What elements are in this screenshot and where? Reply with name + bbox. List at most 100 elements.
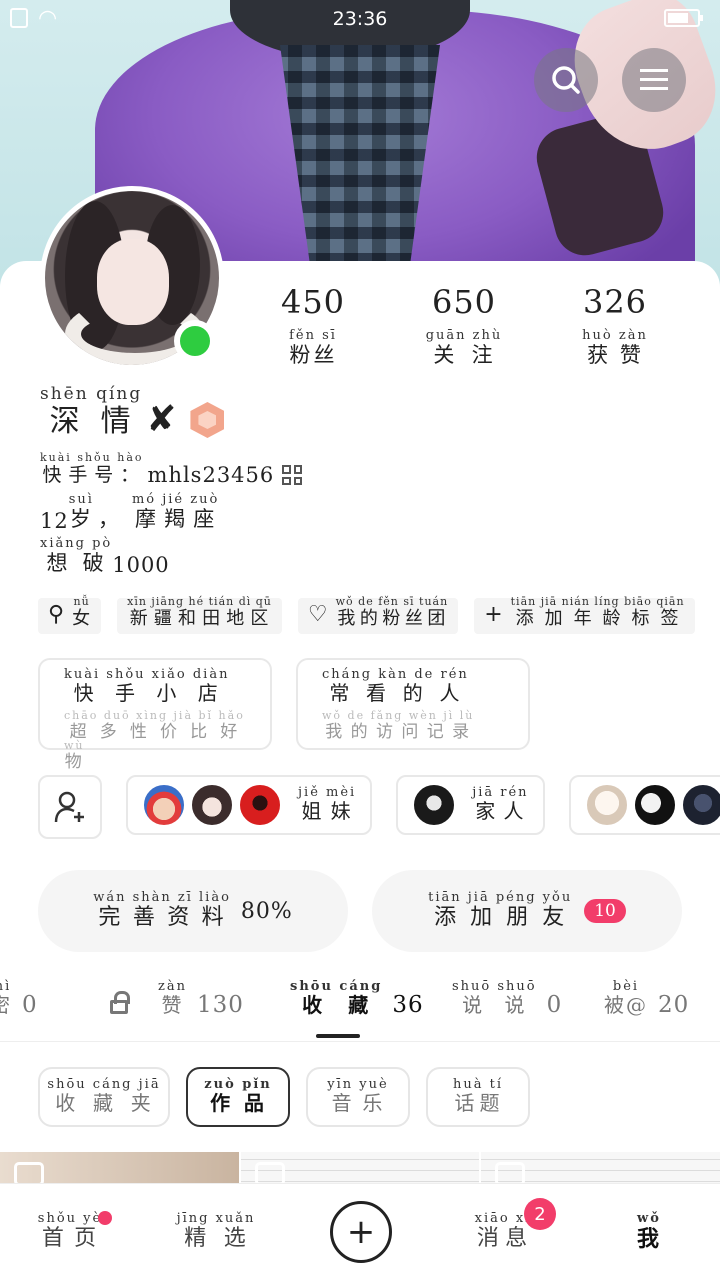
stat-followers-value: 450 (280, 283, 346, 321)
home-notification-dot (98, 1211, 112, 1225)
menu-button[interactable] (622, 48, 686, 112)
search-icon (552, 66, 580, 94)
profile-name-pinyin: shēn qíng (40, 384, 143, 404)
nav-me-pinyin: wǒ (636, 1211, 661, 1226)
frequent-visits-title: 常看的人 (322, 681, 469, 705)
nav-featured[interactable]: 精选jīng xuǎn (156, 1211, 276, 1252)
group-family-label: 家人 (472, 799, 529, 823)
bio-text: 想破 (40, 551, 113, 575)
chip-music[interactable]: 音乐yīn yuè (306, 1067, 410, 1127)
tag-add-age[interactable]: + 添加年龄标签tiān jiā nián líng biāo qiān (474, 595, 695, 634)
add-friend-button[interactable] (38, 775, 102, 839)
chip-works[interactable]: 作品zuò pǐn (186, 1067, 290, 1127)
tab-posts[interactable]: 说说shuō shuō 0 (452, 979, 562, 1018)
bottom-navigation: 首页shǒu yè 精选jīng xuǎn + 消息xiāo xī 2 我wǒ (0, 1183, 720, 1280)
lock-icon (110, 991, 130, 1014)
tab-liked[interactable]: 赞zàn 130 (110, 979, 244, 1018)
battery-icon (664, 9, 703, 27)
group-avatar (190, 783, 234, 827)
nav-featured-label: 精选 (176, 1226, 256, 1251)
chip-topics[interactable]: 话题huà tí (426, 1067, 530, 1127)
group-family[interactable]: 家人jiā rén (396, 775, 545, 835)
group-third[interactable] (568, 775, 720, 835)
tab-private-label: 密 (0, 993, 12, 1017)
bio-row: 想破xiǎng pò 1000 (40, 536, 170, 577)
shortcut-boxes: 快手小店kuài shǒu xiǎo diàn 超多性价比好物chāo duō … (38, 658, 530, 772)
tab-mentions-label: 被@ (604, 993, 648, 1017)
chip-collection-folder-label: 收藏夹 (47, 1091, 161, 1115)
tab-liked-pinyin: zàn (158, 979, 187, 994)
age-unit-pinyin: suì (68, 492, 94, 507)
age-comma: ， (97, 507, 120, 531)
kuaishou-id-label: 快手号： (40, 464, 144, 486)
tab-private[interactable]: 密mì 0 (0, 979, 38, 1018)
nav-messages-label: 消息 (474, 1226, 532, 1251)
chip-collection-folder[interactable]: 收藏夹shōu cáng jiā (38, 1067, 170, 1127)
chip-collection-folder-pinyin: shōu cáng jiā (47, 1077, 161, 1092)
kuaishou-id-row[interactable]: 快手号：kuài shǒu hào mhls23456 (40, 451, 303, 487)
search-button[interactable] (534, 48, 598, 112)
stat-likes[interactable]: 326 获赞huò zàn (540, 283, 690, 369)
create-post-button[interactable]: + (330, 1201, 392, 1263)
add-friends-pinyin: tiān jiā péng yǒu (428, 890, 573, 905)
hamburger-icon (640, 69, 668, 90)
bio-number: 1000 (112, 553, 170, 577)
tab-favorites[interactable]: 收藏shōu cáng 36 (290, 979, 424, 1018)
tag-location[interactable]: 新疆和田地区xīn jiāng hé tián dì qū (117, 595, 282, 634)
group-avatar (680, 783, 720, 827)
tab-favorites-count: 36 (392, 992, 424, 1018)
frequent-visits-box[interactable]: 常看的人cháng kàn de rén 我的访问记录wǒ de fǎng wè… (296, 658, 530, 750)
stat-following[interactable]: 650 关注guān zhù (389, 283, 539, 369)
nav-messages-pinyin: xiāo xī (474, 1211, 532, 1226)
tab-mentions-pinyin: bèi (604, 979, 648, 994)
online-status-dot (174, 320, 216, 362)
qr-code-icon[interactable] (282, 465, 303, 485)
tab-private-count: 0 (22, 992, 38, 1018)
gender-female-icon: ⚲ (48, 601, 65, 627)
tag-add-age-pinyin: tiān jiā nián líng biāo qiān (510, 595, 685, 608)
tab-liked-label: 赞 (158, 993, 187, 1017)
heart-icon: ♡ (307, 601, 328, 627)
group-avatar (412, 783, 457, 827)
tab-favorites-label: 收藏 (290, 993, 383, 1017)
profile-name-text: 深情 (40, 404, 143, 439)
tab-private-pinyin: mì (0, 979, 12, 994)
active-tab-indicator (316, 1034, 360, 1038)
tag-location-text: 新疆和田地区 (127, 608, 272, 629)
tag-gender-text: 女 (72, 608, 92, 629)
profile-name: 深情shēn qíng ✘ (40, 384, 225, 440)
stat-following-pinyin: guān zhù (425, 328, 503, 343)
stat-followers[interactable]: 450 粉丝fěn sī (238, 283, 388, 369)
stat-followers-pinyin: fěn sī (289, 328, 337, 343)
tag-fan-club[interactable]: ♡ 我的粉丝团wǒ de fěn sī tuán (297, 595, 459, 634)
bio-pinyin: xiǎng pò (40, 536, 113, 551)
group-avatar (238, 783, 282, 827)
tab-mentions[interactable]: 被@bèi 20 (604, 979, 689, 1018)
kuaishou-shop-box[interactable]: 快手小店kuài shǒu xiǎo diàn 超多性价比好物chāo duō … (38, 658, 272, 772)
kuaishou-id-value: mhls23456 (147, 463, 275, 487)
nav-me[interactable]: 我wǒ (589, 1211, 709, 1253)
tag-gender-pinyin: nǚ (72, 595, 92, 608)
complete-profile-button[interactable]: 完善资料wán shàn zī liào 80% (38, 870, 348, 952)
friend-groups: 姐妹jiě mèi 家人jiā rén (38, 775, 720, 839)
stat-following-value: 650 (431, 283, 497, 321)
group-sisters-label: 姐妹 (298, 799, 357, 823)
complete-profile-text: 完善资料 (93, 905, 231, 930)
group-avatar (632, 783, 677, 827)
tab-favorites-pinyin: shōu cáng (290, 979, 383, 994)
add-friends-button[interactable]: 添加朋友tiān jiā péng yǒu 10 (372, 870, 682, 952)
favorite-filters: 收藏夹shōu cáng jiā 作品zuò pǐn 音乐yīn yuè 话题h… (38, 1067, 530, 1127)
profile-completion-percent: 80% (240, 898, 293, 924)
chip-music-label: 音乐 (327, 1091, 389, 1115)
level-badge-icon[interactable] (190, 402, 225, 438)
group-sisters[interactable]: 姐妹jiě mèi (126, 775, 373, 835)
tag-fan-club-pinyin: wǒ de fěn sī tuán (335, 595, 449, 608)
stat-likes-value: 326 (582, 283, 648, 321)
add-user-icon (54, 791, 84, 823)
tag-add-age-text: 添加年龄标签 (510, 608, 685, 629)
nav-home[interactable]: 首页shǒu yè (10, 1211, 130, 1252)
status-bar: ◠ 23:36 (0, 0, 720, 38)
kuaishou-id-pinyin: kuài shǒu hào (40, 451, 144, 464)
nav-me-label: 我 (636, 1226, 661, 1252)
tag-gender[interactable]: ⚲ 女nǚ (38, 595, 102, 634)
